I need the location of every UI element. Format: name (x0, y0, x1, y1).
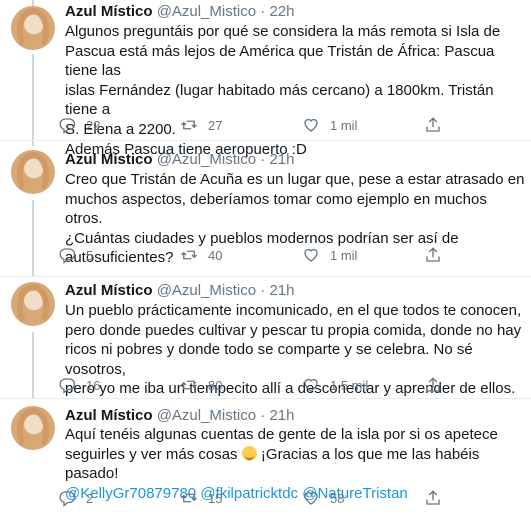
smiling-face-emoji-icon (241, 445, 257, 461)
handle[interactable]: @Azul_Mistico (157, 151, 256, 168)
tweet[interactable]: Azul Místico @Azul_Mistico · 21h Creo qu… (0, 141, 531, 276)
heart-icon (304, 118, 318, 132)
tweet-actions: 16 80 1,5 mil (58, 376, 528, 396)
tweet-actions: 2 15 58 (58, 489, 528, 509)
separator-dot: · (260, 3, 266, 20)
handle[interactable]: @Azul_Mistico (157, 407, 256, 424)
reply-count: 5 (86, 247, 94, 263)
like-button[interactable]: 1,5 mil (302, 376, 368, 394)
like-count: 1 mil (330, 247, 358, 263)
avatar[interactable] (11, 406, 55, 450)
share-icon (426, 490, 440, 505)
tweet[interactable]: Azul Místico @Azul_Mistico · 22h Algunos… (0, 0, 531, 158)
share-button[interactable] (424, 246, 442, 264)
display-name[interactable]: Azul Místico (65, 282, 153, 299)
retweet-count: 15 (208, 490, 223, 506)
tweet-text-line: Un pueblo prácticamente incomunicado, en… (65, 302, 522, 319)
retweet-button[interactable]: 15 (180, 489, 222, 507)
tweet[interactable]: Azul Místico @Azul_Mistico · 21h Un pueb… (0, 277, 531, 398)
avatar[interactable] (11, 150, 55, 194)
timestamp[interactable]: 22h (269, 3, 294, 20)
like-count: 58 (330, 490, 345, 506)
reply-button[interactable]: 22 (58, 116, 100, 134)
tweet-text-line: ricos ni pobres y donde todo se comparte… (65, 341, 473, 378)
share-button[interactable] (424, 376, 442, 394)
timestamp[interactable]: 21h (269, 282, 294, 299)
reply-icon (59, 491, 76, 507)
handle[interactable]: @Azul_Mistico (157, 3, 256, 20)
share-icon (426, 377, 440, 392)
handle[interactable]: @Azul_Mistico (157, 282, 256, 299)
separator-dot: · (260, 151, 266, 168)
timestamp[interactable]: 21h (269, 407, 294, 424)
tweet-text-line: muchos aspectos, deberíamos tomar como e… (65, 190, 487, 228)
like-count: 1,5 mil (330, 377, 369, 393)
reply-icon (59, 248, 76, 264)
like-count: 1 mil (330, 117, 358, 133)
reply-count: 22 (86, 117, 101, 133)
reply-count: 2 (86, 490, 94, 506)
retweet-icon (181, 380, 197, 390)
avatar[interactable] (11, 6, 55, 50)
avatar[interactable] (11, 282, 55, 326)
retweet-count: 40 (208, 247, 223, 263)
reply-icon (59, 378, 76, 394)
retweet-button[interactable]: 27 (180, 116, 222, 134)
tweet-text-line: pero donde puedes cultivar y pescar tu p… (65, 321, 522, 339)
like-button[interactable]: 1 mil (302, 116, 357, 134)
tweet-text-line: islas Fernández (lugar habitado más cerc… (65, 81, 494, 119)
retweet-icon (181, 120, 197, 130)
retweet-count: 80 (208, 377, 223, 393)
retweet-button[interactable]: 80 (180, 376, 222, 394)
retweet-icon (181, 250, 197, 260)
reply-icon (59, 118, 76, 134)
tweet-text: Algunos preguntáis por qué se considera … (65, 22, 525, 159)
separator-dot: · (260, 407, 266, 424)
display-name[interactable]: Azul Místico (65, 3, 153, 20)
heart-icon (304, 378, 318, 392)
reply-button[interactable]: 16 (58, 376, 100, 394)
share-icon (426, 247, 440, 262)
tweet-text-line: Aquí tenéis algunas cuentas de gente de … (65, 426, 498, 443)
tweet[interactable]: Azul Místico @Azul_Mistico · 21h Aquí te… (0, 399, 531, 517)
tweet-text-line: Algunos preguntáis por qué se considera … (65, 23, 501, 40)
retweet-icon (181, 493, 197, 503)
reply-button[interactable]: 5 (58, 246, 93, 264)
share-button[interactable] (424, 489, 442, 507)
display-name[interactable]: Azul Místico (65, 407, 153, 424)
heart-icon (304, 491, 318, 505)
tweet-actions: 5 40 1 mil (58, 246, 528, 266)
share-button[interactable] (424, 116, 442, 134)
tweet-text-line: Pascua está más lejos de América que Tri… (65, 42, 495, 80)
retweet-button[interactable]: 40 (180, 246, 222, 264)
timestamp[interactable]: 21h (269, 151, 294, 168)
retweet-count: 27 (208, 117, 223, 133)
tweet-text-fragment: seguirles y ver más cosas (65, 445, 238, 463)
share-icon (426, 117, 440, 132)
reply-count: 16 (86, 377, 101, 393)
like-button[interactable]: 58 (302, 489, 344, 507)
separator-dot: · (260, 282, 266, 299)
reply-button[interactable]: 2 (58, 489, 93, 507)
tweet-actions: 22 27 1 mil (58, 116, 528, 136)
display-name[interactable]: Azul Místico (65, 151, 153, 168)
heart-icon (304, 248, 318, 262)
like-button[interactable]: 1 mil (302, 246, 357, 264)
tweet-text-line: Creo que Tristán de Acuña es un lugar qu… (65, 171, 525, 188)
tweet-text-line: seguirles y ver más cosas ¡Gracias a los… (65, 445, 525, 484)
